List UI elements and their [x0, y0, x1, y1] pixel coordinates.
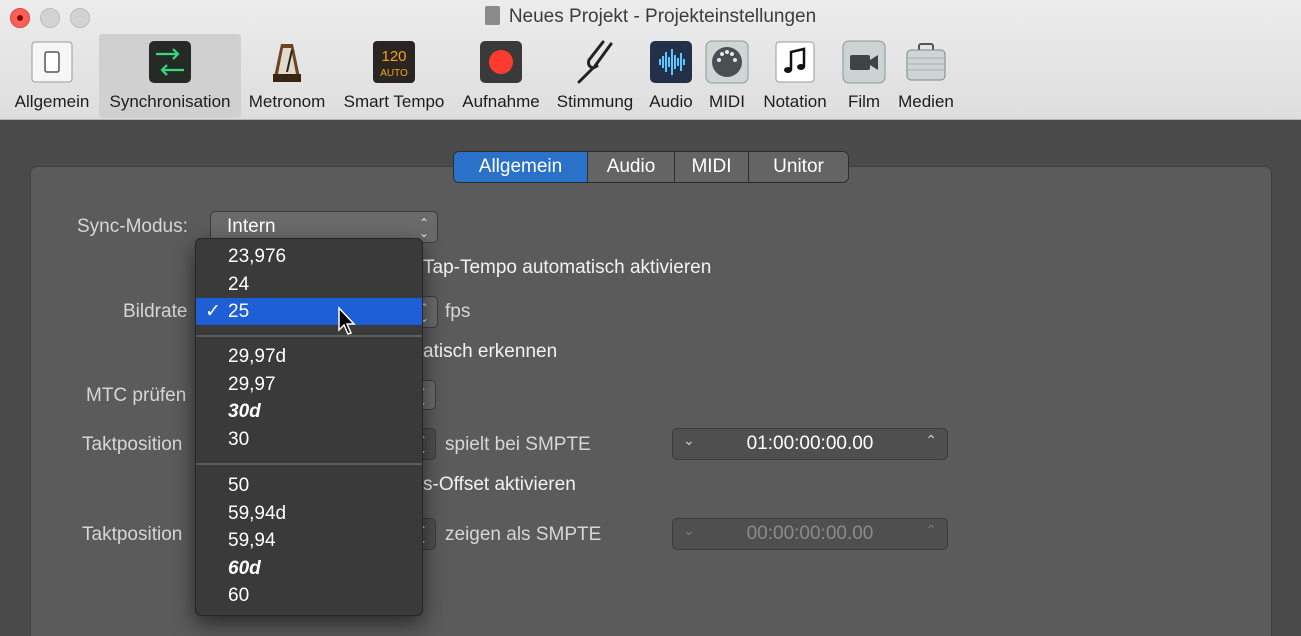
- tab-audio[interactable]: Audio: [588, 152, 675, 182]
- menu-item-label: 29,97: [228, 374, 276, 395]
- toolbar-label: Film: [847, 92, 881, 111]
- menu-item-25[interactable]: ✓ 25: [196, 298, 422, 325]
- smpte-2-value: 00:00:00:00.00: [746, 523, 874, 544]
- chevron-up-icon: ⌃: [925, 522, 937, 538]
- waveform-icon: [650, 41, 692, 83]
- toolbar-item-allgemein[interactable]: Allgemein: [6, 34, 98, 118]
- toolbar-item-notation[interactable]: Notation: [756, 34, 834, 118]
- framerate-unit: fps: [445, 301, 471, 322]
- tuning-fork-icon: [577, 40, 613, 84]
- toolbar-label: Medien: [898, 92, 954, 111]
- video-camera-icon: [842, 40, 886, 84]
- framerate-label: Bildrate: [123, 301, 188, 322]
- smart-tempo-mode: AUTO: [380, 68, 408, 79]
- menu-separator: [196, 463, 422, 465]
- menu-item-label: 60d: [228, 558, 261, 579]
- window-title: Neues Projekt - Projekteinstellungen: [508, 6, 817, 27]
- auto-detect-checkbox-label[interactable]: atisch erkennen: [423, 341, 557, 363]
- framerate-menu: 23,976 24 ✓ 25 29,97d 29,97 30d 30 50 59,…: [195, 238, 423, 616]
- smpte-1-field[interactable]: ⌄ 01:00:00:00.00 ⌃: [672, 428, 948, 460]
- music-note-icon: [775, 41, 815, 83]
- toolbar-item-smart-tempo[interactable]: 120 AUTO Smart Tempo: [336, 34, 452, 118]
- plays-at-smpte-label: spielt bei SMPTE: [445, 434, 591, 455]
- window-title-bar: Neues Projekt - Projekteinstellungen: [0, 6, 1301, 28]
- toolbar-item-aufnahme[interactable]: Aufnahme: [455, 34, 547, 118]
- toolbar-label: Stimmung: [556, 92, 634, 111]
- menu-item-label: 59,94: [228, 530, 276, 551]
- sync-mode-label: Sync-Modus:: [77, 216, 188, 237]
- mtc-check-label: MTC prüfen: [86, 385, 187, 406]
- menu-item-label: 60: [228, 585, 250, 606]
- toolbar-item-midi[interactable]: MIDI: [701, 34, 753, 118]
- menu-item-label: 24: [228, 274, 250, 295]
- toolbar-label: Allgemein: [14, 92, 90, 111]
- menu-item-label: 29,97d: [228, 346, 287, 367]
- tab-allgemein[interactable]: Allgemein: [454, 152, 588, 182]
- sync-mode-value: Intern: [227, 216, 276, 237]
- record-icon: [480, 41, 522, 83]
- menu-item-label: 25: [228, 301, 250, 322]
- menu-item-50[interactable]: 50: [196, 472, 422, 499]
- bar-position-2-label: Taktposition: [82, 524, 183, 545]
- document-icon: [484, 6, 500, 25]
- mouse-pointer-icon: [338, 306, 356, 335]
- chevron-up-icon[interactable]: ⌃: [925, 432, 937, 449]
- menu-separator: [196, 335, 422, 337]
- toolbar-item-metronom[interactable]: Metronom: [241, 34, 333, 118]
- tab-midi[interactable]: MIDI: [675, 152, 749, 182]
- offset-checkbox-label[interactable]: s-Offset aktivieren: [423, 474, 576, 496]
- metronome-icon: [273, 44, 301, 82]
- briefcase-icon: [906, 43, 946, 81]
- tab-unitor[interactable]: Unitor: [749, 152, 848, 182]
- menu-item-label: 23,976: [228, 246, 287, 267]
- menu-item-label: 59,94d: [228, 503, 287, 524]
- menu-item-23976[interactable]: 23,976: [196, 243, 422, 270]
- smart-tempo-value: 120: [381, 48, 406, 65]
- smpte-2-field: ⌄ 00:00:00:00.00 ⌃: [672, 518, 948, 550]
- menu-item-5994[interactable]: 59,94: [196, 527, 422, 554]
- menu-item-30d[interactable]: 30d: [196, 398, 422, 425]
- toolbar-label: Notation: [763, 92, 827, 111]
- toolbar-item-synchronisation[interactable]: Synchronisation: [99, 34, 241, 118]
- menu-item-24[interactable]: 24: [196, 271, 422, 298]
- toolbar-label: Aufnahme: [462, 92, 540, 111]
- sync-tab-control: Allgemein Audio MIDI Unitor: [453, 151, 849, 183]
- toolbar-item-audio[interactable]: Audio: [644, 34, 698, 118]
- menu-item-60[interactable]: 60: [196, 582, 422, 609]
- menu-item-label: 50: [228, 475, 250, 496]
- switch-icon: [31, 41, 73, 83]
- toolbar-label: MIDI: [709, 92, 745, 111]
- show-as-smpte-label: zeigen als SMPTE: [445, 524, 602, 545]
- menu-item-5994d[interactable]: 59,94d: [196, 500, 422, 527]
- menu-item-60d[interactable]: 60d: [196, 555, 422, 582]
- menu-item-30[interactable]: 30: [196, 426, 422, 453]
- toolbar-label: Synchronisation: [109, 92, 231, 111]
- tap-tempo-checkbox-label[interactable]: Tap-Tempo automatisch aktivieren: [423, 257, 711, 279]
- updown-chevron-icon: ⌃⌄: [418, 216, 429, 240]
- toolbar-label: Audio: [649, 92, 693, 111]
- window-toolbar: Neues Projekt - Projekteinstellungen All…: [0, 0, 1301, 120]
- menu-item-label: 30: [228, 429, 250, 450]
- bar-position-1-label: Taktposition: [82, 434, 183, 455]
- checkmark-icon: ✓: [205, 301, 221, 322]
- midi-port-icon: [705, 40, 749, 84]
- toolbar-label: Metronom: [248, 92, 326, 111]
- menu-item-2997d[interactable]: 29,97d: [196, 343, 422, 370]
- sync-arrows-icon: [149, 41, 191, 83]
- menu-item-2997[interactable]: 29,97: [196, 371, 422, 398]
- smart-tempo-icon: 120 AUTO: [373, 41, 415, 83]
- menu-item-label: 30d: [228, 401, 261, 422]
- toolbar-item-stimmung[interactable]: Stimmung: [549, 34, 641, 118]
- smpte-1-value: 01:00:00:00.00: [746, 433, 874, 454]
- toolbar-item-medien[interactable]: Medien: [893, 34, 959, 118]
- toolbar-item-film[interactable]: Film: [837, 34, 891, 118]
- toolbar-label: Smart Tempo: [343, 92, 445, 111]
